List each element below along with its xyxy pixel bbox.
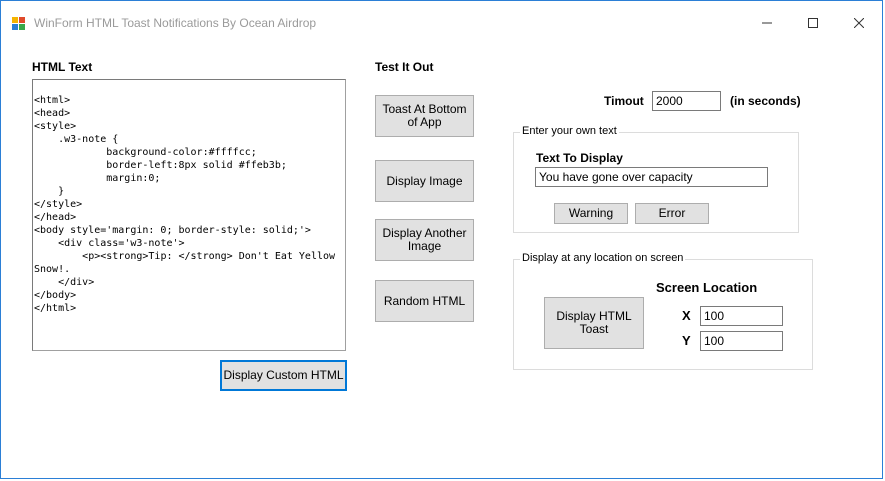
location-group-legend: Display at any location on screen <box>520 252 686 264</box>
title-bar[interactable]: WinForm HTML Toast Notifications By Ocea… <box>1 1 882 31</box>
close-button[interactable] <box>837 9 881 37</box>
minimize-icon <box>762 22 772 24</box>
maximize-button[interactable] <box>791 9 835 37</box>
y-input[interactable]: 100 <box>700 331 783 351</box>
html-text-content[interactable]: <html> <head> <style> .w3-note { backgro… <box>34 94 345 315</box>
app-icon <box>12 17 25 30</box>
toast-at-bottom-button[interactable]: Toast At Bottom of App <box>375 95 474 137</box>
display-html-toast-button[interactable]: Display HTML Toast <box>544 297 644 349</box>
minimize-button[interactable] <box>745 9 789 37</box>
own-text-group: Enter your own text Text To Display You … <box>513 125 799 233</box>
display-custom-html-button[interactable]: Display Custom HTML <box>220 360 347 391</box>
random-html-button[interactable]: Random HTML <box>375 280 474 322</box>
text-to-display-input[interactable]: You have gone over capacity <box>535 167 768 187</box>
timeout-unit-label: (in seconds) <box>730 94 801 108</box>
timeout-label: Timout <box>604 94 644 108</box>
test-it-out-heading: Test It Out <box>375 60 434 74</box>
x-label: X <box>682 308 691 323</box>
own-text-group-legend: Enter your own text <box>520 125 619 137</box>
text-to-display-label: Text To Display <box>536 151 623 165</box>
close-icon <box>854 18 864 28</box>
timeout-input[interactable]: 2000 <box>652 91 721 111</box>
display-image-button[interactable]: Display Image <box>375 160 474 202</box>
warning-button[interactable]: Warning <box>554 203 628 224</box>
window-title: WinForm HTML Toast Notifications By Ocea… <box>34 16 317 30</box>
display-another-image-button[interactable]: Display Another Image <box>375 219 474 261</box>
x-input[interactable]: 100 <box>700 306 783 326</box>
html-text-editor[interactable]: <html> <head> <style> .w3-note { backgro… <box>32 79 346 351</box>
location-group: Display at any location on screen Screen… <box>513 252 813 370</box>
maximize-icon <box>808 18 818 28</box>
y-label: Y <box>682 333 691 348</box>
screen-location-heading: Screen Location <box>656 280 758 295</box>
html-text-heading: HTML Text <box>32 60 93 74</box>
error-button[interactable]: Error <box>635 203 709 224</box>
